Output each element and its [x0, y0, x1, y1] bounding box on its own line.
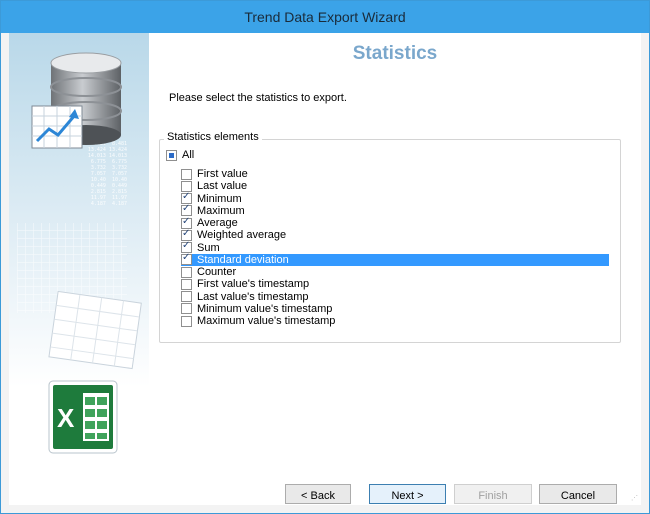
statistic-checkbox-row[interactable]: Weighted average	[181, 228, 287, 242]
statistic-checkbox-row[interactable]: First value's timestamp	[181, 278, 309, 290]
svg-text:X: X	[57, 403, 75, 433]
excel-logo-icon: X	[48, 380, 118, 454]
statistic-checkbox[interactable]	[181, 278, 192, 290]
checkbox-all[interactable]: All	[166, 149, 194, 161]
statistic-checkbox[interactable]	[181, 252, 192, 266]
decorative-numbers: 8.481 8.481 13.424 13.424 14.013 14.013 …	[87, 141, 127, 207]
chart-arrow-icon	[31, 105, 83, 149]
statistic-checkbox[interactable]	[181, 266, 192, 278]
page-title: Statistics	[352, 43, 438, 64]
statistic-label: Last value's timestamp	[197, 290, 309, 303]
wizard-client-area: 8.481 8.481 13.424 13.424 14.013 14.013 …	[9, 33, 641, 505]
wizard-sidebar: 8.481 8.481 13.424 13.424 14.013 14.013 …	[9, 33, 149, 505]
statistic-checkbox-row[interactable]: Maximum	[181, 203, 245, 217]
statistic-checkbox-row[interactable]: Last value	[181, 180, 247, 192]
statistic-label: Weighted average	[197, 229, 287, 242]
wizard-window: Trend Data Export Wizard 8.481 8.481 13.…	[0, 0, 650, 514]
statistic-label: Standard deviation	[197, 253, 289, 266]
spreadsheet-icon	[48, 291, 142, 370]
title-bar: Trend Data Export Wizard	[1, 1, 649, 33]
statistic-checkbox-row[interactable]: Minimum value's timestamp	[181, 303, 332, 315]
statistic-checkbox[interactable]	[181, 315, 192, 327]
statistic-label: Counter	[197, 266, 237, 278]
statistic-label: Maximum	[197, 204, 245, 217]
statistic-checkbox-row[interactable]: Maximum value's timestamp	[181, 315, 335, 327]
statistic-label: First value's timestamp	[197, 278, 310, 291]
resize-grip[interactable]: ⋰	[631, 495, 639, 503]
statistic-checkbox-row[interactable]: First value	[181, 168, 248, 180]
statistic-label: First value	[197, 168, 248, 180]
instructions-text: Please select the statistics to export.	[169, 92, 347, 104]
finish-button[interactable]: Finish	[454, 484, 532, 504]
statistic-label: Sum	[197, 241, 220, 254]
statistic-checkbox[interactable]	[181, 303, 192, 315]
statistic-label: Minimum	[197, 192, 242, 205]
cancel-button[interactable]: Cancel	[539, 484, 617, 504]
statistic-label: Maximum value's timestamp	[197, 315, 336, 327]
statistic-checkbox-row[interactable]: Counter	[181, 266, 236, 278]
checkbox-all-box[interactable]	[166, 149, 177, 161]
statistic-label: Average	[197, 217, 238, 229]
checkbox-all-label: All	[182, 149, 195, 161]
groupbox-label: Statistics elements	[164, 131, 262, 143]
statistic-checkbox[interactable]	[181, 291, 192, 302]
back-button[interactable]: < Back	[285, 484, 351, 504]
statistic-label: Last value	[197, 180, 248, 193]
statistic-label: Minimum value's timestamp	[197, 302, 333, 315]
statistic-checkbox-row[interactable]: Standard deviation	[181, 252, 609, 266]
statistic-checkbox[interactable]	[181, 168, 192, 180]
next-button[interactable]: Next >	[369, 484, 446, 504]
statistic-checkbox-row[interactable]: Last value's timestamp	[181, 291, 309, 303]
